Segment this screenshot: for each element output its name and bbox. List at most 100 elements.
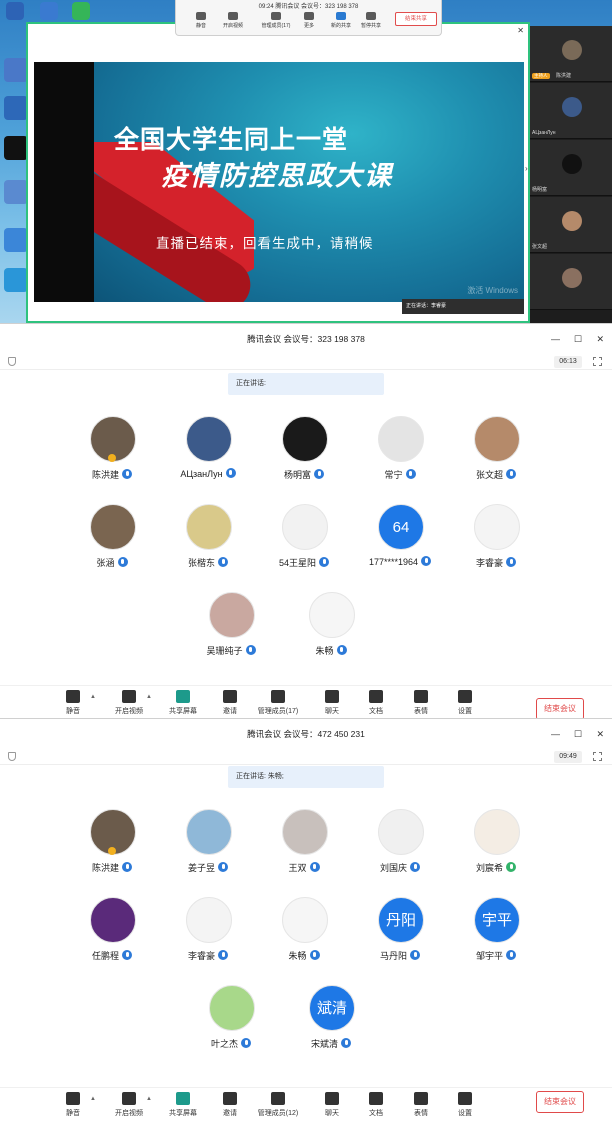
participant-tile[interactable]: 朱畅 bbox=[281, 592, 381, 666]
end-meeting-button[interactable]: 结束会议 bbox=[536, 698, 584, 720]
mute-button[interactable]: 静音 ▲ bbox=[48, 1092, 98, 1118]
video-button[interactable]: 开启视频 ▲ bbox=[104, 1092, 154, 1118]
microphone-icon[interactable] bbox=[410, 950, 420, 960]
microphone-icon[interactable] bbox=[341, 1038, 351, 1048]
participant-tile[interactable]: 斌清 宋斌清 bbox=[281, 985, 381, 1059]
manage-members-button[interactable]: 管理成员(12) bbox=[253, 1092, 303, 1118]
browser-icon[interactable] bbox=[4, 268, 28, 292]
participant-tile[interactable]: 陈洪建 bbox=[62, 809, 162, 883]
participant-tile[interactable]: 54王星阳 bbox=[254, 504, 354, 578]
documents-button[interactable]: 文档 bbox=[351, 690, 401, 716]
microphone-icon[interactable] bbox=[405, 469, 416, 479]
video-thumbnail[interactable]: 杨明富 bbox=[530, 140, 612, 196]
mute-button[interactable]: 静音 bbox=[186, 12, 216, 29]
fullscreen-icon[interactable] bbox=[593, 752, 602, 761]
maximize-icon[interactable]: ☐ bbox=[574, 324, 582, 354]
computer-icon[interactable] bbox=[4, 58, 28, 82]
participant-tile[interactable]: 张楷东 bbox=[158, 504, 258, 578]
invite-button[interactable]: 邀请 bbox=[205, 690, 255, 716]
participant-tile[interactable]: 丹阳 马丹阳 bbox=[350, 897, 450, 971]
documents-button[interactable]: 文档 bbox=[351, 1092, 401, 1118]
participant-tile[interactable]: 宇平 邹宇平 bbox=[446, 897, 546, 971]
close-icon[interactable]: ✕ bbox=[517, 26, 524, 35]
emoji-button[interactable]: 表情 bbox=[396, 690, 446, 716]
video-thumbnail[interactable] bbox=[530, 254, 612, 310]
chevron-up-icon[interactable]: ▲ bbox=[90, 694, 96, 700]
chevron-up-icon[interactable]: ▲ bbox=[146, 694, 152, 700]
end-share-button[interactable]: 结束共享 bbox=[395, 12, 437, 26]
participant-tile[interactable]: 吴珊纯子 bbox=[181, 592, 281, 666]
participant-tile[interactable]: 张文超 bbox=[446, 416, 546, 490]
participant-tile[interactable]: AЦзанЛун bbox=[158, 416, 258, 490]
microphone-icon[interactable] bbox=[241, 1038, 251, 1048]
microphone-icon[interactable] bbox=[218, 557, 228, 567]
participant-tile[interactable]: 刘宸希 bbox=[446, 809, 546, 883]
participant-tile[interactable]: 张涵 bbox=[62, 504, 162, 578]
minimize-icon[interactable]: — bbox=[551, 719, 560, 749]
chat-button[interactable]: 聊天 bbox=[307, 1092, 357, 1118]
chat-button[interactable]: 聊天 bbox=[307, 690, 357, 716]
settings-button[interactable]: 设置 bbox=[440, 690, 490, 716]
invite-button[interactable]: 邀请 bbox=[205, 1092, 255, 1118]
chevron-right-icon[interactable]: › bbox=[525, 164, 528, 173]
video-thumbnail[interactable]: AЦзанЛун bbox=[530, 83, 612, 139]
close-icon[interactable]: ✕ bbox=[596, 719, 604, 749]
microphone-icon[interactable] bbox=[506, 950, 516, 960]
participant-tile[interactable]: 李睿豪 bbox=[158, 897, 258, 971]
recycle-bin-icon[interactable] bbox=[4, 180, 28, 204]
share-screen-button[interactable]: 共享屏幕 bbox=[158, 690, 208, 716]
chevron-up-icon[interactable]: ▲ bbox=[146, 1096, 152, 1102]
microphone-icon[interactable] bbox=[218, 862, 228, 872]
shield-icon[interactable] bbox=[8, 752, 16, 761]
desktop-app-icon[interactable] bbox=[4, 228, 28, 252]
maximize-icon[interactable]: ☐ bbox=[574, 719, 582, 749]
participant-tile[interactable]: 64 177****1964 bbox=[350, 504, 450, 578]
manage-members-button[interactable]: 管理成员(17) bbox=[253, 690, 303, 716]
network-icon[interactable] bbox=[4, 96, 28, 120]
wechat-icon[interactable] bbox=[72, 2, 90, 20]
participant-tile[interactable]: 杨明富 bbox=[254, 416, 354, 490]
minimize-icon[interactable]: — bbox=[551, 324, 560, 354]
microphone-icon[interactable] bbox=[309, 950, 320, 960]
close-icon[interactable]: ✕ bbox=[596, 324, 604, 354]
app-icon[interactable] bbox=[6, 2, 24, 20]
participant-tile[interactable]: 任鹏程 bbox=[62, 897, 162, 971]
microphone-icon[interactable] bbox=[319, 557, 329, 567]
settings-icon[interactable] bbox=[40, 2, 58, 20]
shield-icon[interactable] bbox=[8, 357, 16, 366]
fullscreen-icon[interactable] bbox=[593, 357, 602, 366]
microphone-icon[interactable] bbox=[122, 862, 132, 872]
microphone-icon[interactable] bbox=[314, 469, 324, 479]
microphone-icon[interactable] bbox=[506, 469, 516, 479]
participant-tile[interactable]: 叶之杰 bbox=[181, 985, 281, 1059]
more-button[interactable]: 更多 bbox=[294, 12, 324, 29]
microphone-icon[interactable] bbox=[122, 469, 132, 479]
participant-tile[interactable]: 李睿豪 bbox=[446, 504, 546, 578]
microphone-icon[interactable] bbox=[245, 645, 256, 655]
participant-tile[interactable]: 陈洪建 bbox=[62, 416, 162, 490]
pause-share-button[interactable]: 暂停共享 bbox=[356, 12, 386, 29]
participant-tile[interactable]: 王双 bbox=[254, 809, 354, 883]
chevron-up-icon[interactable]: ▲ bbox=[90, 1096, 96, 1102]
new-share-button[interactable]: 新的共享 bbox=[326, 12, 356, 29]
microphone-icon[interactable] bbox=[506, 557, 516, 567]
participant-tile[interactable]: 朱畅 bbox=[254, 897, 354, 971]
participant-tile[interactable]: 姜子昱 bbox=[158, 809, 258, 883]
settings-button[interactable]: 设置 bbox=[440, 1092, 490, 1118]
microphone-icon[interactable] bbox=[421, 556, 432, 566]
video-thumbnail[interactable]: 张文超 bbox=[530, 197, 612, 253]
emoji-button[interactable]: 表情 bbox=[396, 1092, 446, 1118]
video-button[interactable]: 开启视频 bbox=[218, 12, 248, 29]
microphone-icon[interactable] bbox=[218, 950, 228, 960]
microphone-icon[interactable] bbox=[410, 862, 420, 872]
microphone-icon[interactable] bbox=[309, 862, 320, 872]
microphone-icon[interactable] bbox=[117, 557, 128, 567]
participant-tile[interactable]: 常宁 bbox=[350, 416, 450, 490]
microphone-icon[interactable] bbox=[122, 950, 132, 960]
mute-button[interactable]: 静音 ▲ bbox=[48, 690, 98, 716]
manage-members-button[interactable]: 管理成员(17) bbox=[258, 12, 294, 29]
microphone-icon[interactable] bbox=[506, 862, 516, 872]
qq-icon[interactable] bbox=[4, 136, 28, 160]
microphone-icon[interactable] bbox=[336, 645, 347, 655]
video-button[interactable]: 开启视频 ▲ bbox=[104, 690, 154, 716]
